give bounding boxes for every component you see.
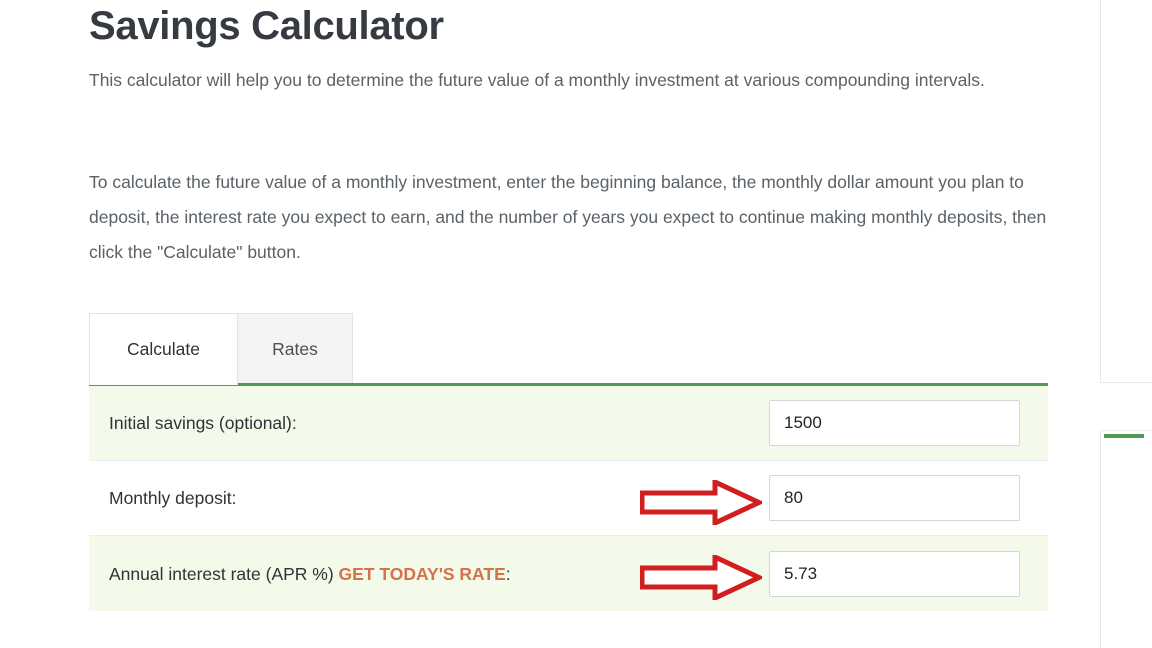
right-panel-accent-bar — [1104, 434, 1144, 438]
field-input-cell — [769, 475, 1049, 521]
table-row: Monthly deposit: — [89, 461, 1048, 536]
right-panel-divider-top — [1100, 0, 1101, 383]
tab-calculate[interactable]: Calculate — [89, 313, 238, 385]
annual-interest-rate-input[interactable] — [769, 550, 1020, 597]
get-todays-rate-link[interactable]: GET TODAY'S RATE — [339, 564, 506, 584]
right-panel-divider-bottom — [1100, 431, 1101, 648]
tab-rates[interactable]: Rates — [238, 313, 353, 385]
field-label-monthly-deposit: Monthly deposit: — [89, 486, 769, 510]
field-label-suffix: : — [505, 563, 511, 584]
right-panel-cap-top — [1100, 382, 1152, 383]
calculator-form-table: Initial savings (optional): Monthly depo… — [89, 383, 1048, 611]
field-input-cell — [769, 550, 1049, 597]
field-label-annual-rate: Annual interest rate (APR %) GET TODAY'S… — [89, 562, 769, 586]
field-label-text: Monthly deposit: — [109, 488, 237, 508]
field-label-text: Annual interest rate (APR %) — [109, 563, 339, 584]
table-row: Initial savings (optional): — [89, 386, 1048, 461]
intro-paragraph-1: This calculator will help you to determi… — [89, 70, 985, 90]
page-title: Savings Calculator — [89, 4, 444, 48]
field-label-text: Initial savings (optional): — [109, 413, 297, 433]
field-input-cell — [769, 400, 1049, 446]
savings-calculator-page: Savings Calculator This calculator will … — [0, 0, 1152, 648]
tab-calculate-label: Calculate — [127, 339, 200, 359]
right-panel-cap-bottom — [1100, 430, 1152, 431]
field-label-initial-savings: Initial savings (optional): — [89, 411, 769, 435]
calculator-tabs: Calculate Rates — [89, 313, 353, 385]
monthly-deposit-input[interactable] — [769, 475, 1020, 521]
table-row: Annual interest rate (APR %) GET TODAY'S… — [89, 536, 1048, 611]
intro-paragraph-2: To calculate the future value of a month… — [89, 172, 1047, 262]
initial-savings-input[interactable] — [769, 400, 1020, 446]
tab-rates-label: Rates — [272, 339, 318, 359]
